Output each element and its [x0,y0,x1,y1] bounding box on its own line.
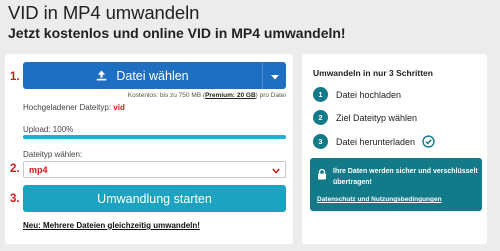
lock-icon [317,167,327,185]
premium-link[interactable]: Premium: 20 GB [205,92,256,99]
step-item: 2 Ziel Dateityp wählen [313,110,417,125]
detected-file-type-value: vid [113,103,125,112]
step-number-badge: 3 [313,134,328,149]
page-subtitle: Jetzt kostenlos und online VID in MP4 um… [8,25,346,41]
privacy-terms-link[interactable]: Datenschutz und Nutzungsbedingungen [317,196,442,203]
step-label: Ziel Dateityp wählen [336,112,418,123]
check-circle-icon [422,135,435,148]
security-text: Ihre Daten werden sicher und verschlüsse… [333,168,478,186]
step-number-badge: 2 [313,110,328,125]
step-label: Datei hochladen [336,89,402,100]
target-type-value: mp4 [29,164,48,175]
upload-progress-fill [23,135,286,139]
step-marker-3: 3. [10,193,20,205]
step-item: 1 Datei hochladen [313,87,401,102]
upload-source-dropdown[interactable] [262,62,286,89]
upload-progress-bar [23,135,286,139]
detected-file-type: Hochgeladener Dateityp: vid [23,103,125,112]
start-conversion-button[interactable]: Umwandlung starten [23,185,286,212]
steps-panel: Umwandeln in nur 3 Schritten 1 Datei hoc… [302,54,487,244]
step-number-badge: 1 [313,87,328,102]
target-type-label: Dateityp wählen: [23,150,83,159]
converter-card: 1. Datei wählen Kostenlos: bis zu 750 MB… [5,54,293,244]
size-limit-note: Kostenlos: bis zu 750 MB (Premium: 20 GB… [127,92,286,99]
upload-icon [96,70,107,81]
upload-progress-label: Upload: 100% [23,125,74,134]
step-label: Datei herunterladen [336,136,416,147]
steps-title: Umwandeln in nur 3 Schritten [313,68,433,78]
step-item: 3 Datei herunterladen [313,134,435,149]
target-type-select[interactable]: mp4 [23,161,286,178]
file-upload-button[interactable]: Datei wählen [23,62,286,89]
caret-down-icon [270,67,279,85]
page-title: VID in MP4 umwandeln [8,2,200,23]
upload-button-label: Datei wählen [116,68,189,83]
security-notice: Ihre Daten werden sicher und verschlüsse… [310,158,482,211]
multi-file-link[interactable]: Neu: Mehrere Dateien gleichzeitig umwand… [23,221,200,230]
chevron-down-icon [272,161,280,179]
step-marker-1: 1. [10,71,20,83]
choose-file-button[interactable]: Datei wählen [23,62,262,89]
step-marker-2: 2. [10,163,20,175]
